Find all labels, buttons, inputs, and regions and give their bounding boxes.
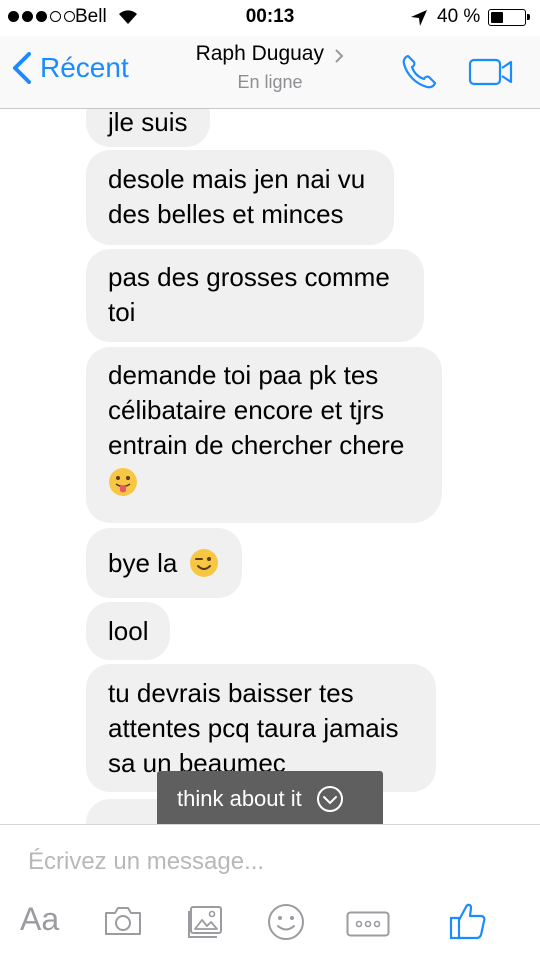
message-text: demande toi paa pk tes xyxy=(108,360,379,390)
more-options-icon[interactable] xyxy=(346,911,390,937)
message-bubble: lool xyxy=(86,602,170,660)
message-list[interactable]: jle suis desole mais jen nai vu des bell… xyxy=(0,109,540,824)
chevron-down-circle-icon xyxy=(316,785,343,812)
location-arrow-icon xyxy=(411,10,427,26)
message-text: célibataire encore et tjrs xyxy=(108,395,385,425)
photo-gallery-icon[interactable] xyxy=(187,905,223,939)
emoji-icon[interactable] xyxy=(267,903,305,941)
message-text: desole mais jen nai vu xyxy=(108,164,366,194)
battery-icon xyxy=(488,9,530,26)
message-text: tu devrais baisser tes xyxy=(108,678,354,708)
message-text: bye la xyxy=(108,548,178,578)
wink-emoji-icon xyxy=(189,549,218,578)
message-text: attentes pcq taura jamais xyxy=(108,713,399,743)
status-bar: Bell 00:13 40 % xyxy=(0,0,540,36)
message-bubble: desole mais jen nai vu des belles et min… xyxy=(86,150,394,245)
contact-status: En ligne xyxy=(237,72,303,92)
tongue-out-emoji-icon xyxy=(109,468,137,497)
new-message-toast[interactable]: think about it xyxy=(157,771,383,824)
video-call-icon[interactable] xyxy=(468,58,514,86)
contact-info[interactable]: Raph Duguay En ligne xyxy=(0,42,540,93)
contact-name: Raph Duguay xyxy=(195,42,324,65)
thumbs-up-icon[interactable] xyxy=(448,901,488,941)
text-format-button[interactable]: Aa xyxy=(20,901,59,938)
message-text: pas des grosses comme xyxy=(108,262,390,292)
battery-percent: 40 % xyxy=(437,6,481,27)
message-text: des belles et minces xyxy=(108,199,344,229)
conversation-header: Récent Raph Duguay En ligne xyxy=(0,36,540,109)
message-composer: Aa xyxy=(0,824,540,961)
message-text: toi xyxy=(108,297,136,327)
message-text: entrain de chercher chere xyxy=(108,430,405,460)
message-bubble: pas des grosses comme toi xyxy=(86,249,424,342)
message-bubble: demande toi paa pk tes célibataire encor… xyxy=(86,347,442,523)
camera-icon[interactable] xyxy=(103,905,143,937)
chevron-right-icon xyxy=(335,49,344,63)
message-text: lool xyxy=(108,616,149,646)
toast-label: think about it xyxy=(177,785,302,811)
message-bubble: jle suis xyxy=(86,109,210,147)
message-input[interactable] xyxy=(26,843,510,881)
message-bubble: bye la xyxy=(86,528,242,598)
phone-call-icon[interactable] xyxy=(400,53,438,91)
message-text: jle suis xyxy=(108,109,188,137)
